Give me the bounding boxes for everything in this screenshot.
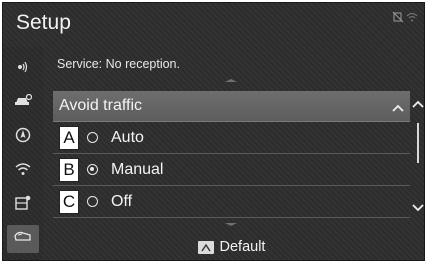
vehicle-icon xyxy=(14,230,32,249)
annotation-marker-b: B xyxy=(59,158,79,182)
sidebar-item-phone-settings[interactable] xyxy=(7,191,39,219)
option-manual[interactable]: B Manual xyxy=(53,155,410,186)
scroll-down-hint-icon xyxy=(225,223,237,226)
car-settings-icon xyxy=(14,93,33,113)
voice-icon xyxy=(15,60,31,79)
sidebar-item-car-settings[interactable] xyxy=(7,89,39,117)
option-auto[interactable]: A Auto xyxy=(53,123,410,154)
wifi-icon xyxy=(15,162,31,181)
sidebar-item-wifi[interactable] xyxy=(7,157,39,185)
chevron-down-icon xyxy=(412,204,424,212)
annotation-marker-c: C xyxy=(59,190,79,214)
header: Setup xyxy=(3,3,424,43)
default-label: Default xyxy=(219,239,266,255)
radio-manual[interactable] xyxy=(87,164,98,175)
option-off[interactable]: C Off xyxy=(53,187,410,218)
scroll-up-hint-icon xyxy=(225,79,237,82)
scroll-down-button[interactable] xyxy=(412,201,424,215)
option-auto-label: Auto xyxy=(111,129,144,146)
sidebar-item-vehicle[interactable] xyxy=(7,225,39,253)
sidebar-item-voice[interactable] xyxy=(7,55,39,83)
sidebar xyxy=(3,47,43,260)
option-manual-label: Manual xyxy=(111,161,164,178)
chevron-up-icon xyxy=(392,99,404,117)
default-button[interactable]: Default xyxy=(53,235,410,259)
sidebar-item-navigation[interactable] xyxy=(7,123,39,151)
setup-screen: Setup Service: No reception. Avoid traff… xyxy=(2,2,425,261)
wifi-off-icon xyxy=(406,10,418,28)
navigation-icon xyxy=(15,127,31,148)
radio-auto[interactable] xyxy=(87,132,98,143)
annotation-marker-a: A xyxy=(59,126,79,150)
chevron-up-icon xyxy=(412,100,424,108)
status-icons xyxy=(392,10,418,28)
radio-off[interactable] xyxy=(87,196,98,207)
avoid-traffic-header[interactable]: Avoid traffic xyxy=(53,91,410,122)
option-off-label: Off xyxy=(111,193,133,210)
avoid-traffic-label: Avoid traffic xyxy=(59,97,143,114)
no-signal-icon xyxy=(392,10,404,28)
phone-settings-icon xyxy=(15,195,31,215)
service-status: Service: No reception. xyxy=(57,57,180,71)
default-icon xyxy=(197,240,214,254)
page-title: Setup xyxy=(16,11,71,34)
scroll-up-button[interactable] xyxy=(412,97,424,111)
scroll-thumb[interactable] xyxy=(417,123,419,163)
scrollbar[interactable] xyxy=(411,91,424,221)
